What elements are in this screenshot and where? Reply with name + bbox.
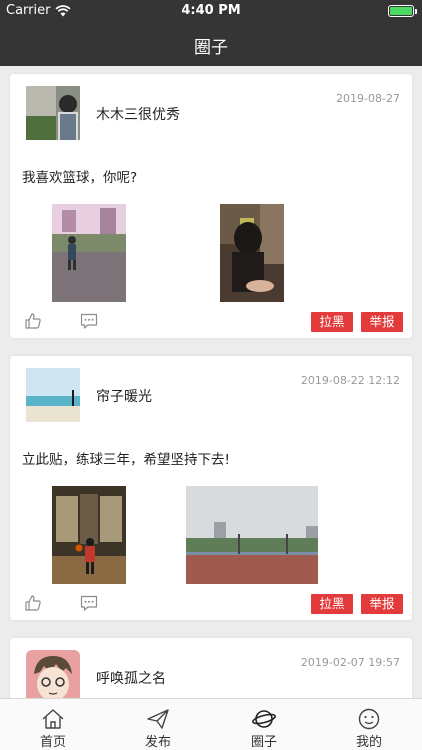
send-icon bbox=[147, 709, 169, 729]
tab-home[interactable]: 首页 bbox=[0, 699, 106, 750]
tab-label: 首页 bbox=[39, 735, 66, 750]
report-button[interactable]: 举报 bbox=[361, 312, 403, 332]
post-photo[interactable] bbox=[52, 204, 126, 302]
tab-bar: 首页 发布 圈子 我的 bbox=[0, 698, 422, 750]
post-feed[interactable]: 木木三很优秀 2019-08-27 我喜欢篮球，你呢? 拉黑 举报 帘子暖光 2… bbox=[0, 66, 422, 698]
post-username[interactable]: 帘子暖光 bbox=[96, 386, 152, 406]
block-button[interactable]: 拉黑 bbox=[311, 594, 353, 614]
post-card[interactable]: 呼唤孤之名 2019-02-07 19:57 bbox=[10, 638, 412, 698]
smiley-icon bbox=[358, 708, 380, 730]
avatar[interactable] bbox=[26, 368, 80, 422]
nav-bar: Carrier 4:40 PM 圈子 bbox=[0, 0, 422, 66]
tab-mine[interactable]: 我的 bbox=[316, 699, 422, 750]
block-button[interactable]: 拉黑 bbox=[311, 312, 353, 332]
status-time: 4:40 PM bbox=[181, 3, 241, 18]
planet-icon bbox=[252, 710, 276, 728]
post-date: 2019-08-22 12:12 bbox=[300, 374, 400, 387]
post-card[interactable]: 帘子暖光 2019-08-22 12:12 立此贴，练球三年，希望坚持下去! 拉… bbox=[10, 356, 412, 620]
avatar[interactable] bbox=[26, 86, 80, 140]
tab-label: 圈子 bbox=[250, 735, 277, 750]
avatar[interactable] bbox=[26, 650, 80, 698]
post-text: 我喜欢篮球，你呢? bbox=[22, 170, 138, 186]
post-username[interactable]: 呼唤孤之名 bbox=[96, 668, 166, 688]
tab-label: 发布 bbox=[144, 735, 171, 750]
tab-label: 我的 bbox=[355, 735, 382, 750]
post-photo[interactable] bbox=[220, 204, 284, 302]
page-title: 圈子 bbox=[194, 38, 228, 58]
post-date: 2019-08-27 bbox=[336, 92, 400, 105]
tab-circle[interactable]: 圈子 bbox=[211, 699, 317, 750]
like-icon[interactable] bbox=[24, 594, 42, 612]
battery-icon bbox=[388, 5, 417, 17]
comment-icon[interactable] bbox=[80, 312, 98, 330]
post-photo[interactable] bbox=[186, 486, 318, 584]
tab-publish[interactable]: 发布 bbox=[105, 699, 211, 750]
comment-icon[interactable] bbox=[80, 594, 98, 612]
post-text: 立此贴，练球三年，希望坚持下去! bbox=[22, 452, 230, 468]
status-bar: Carrier 4:40 PM bbox=[0, 0, 422, 22]
like-icon[interactable] bbox=[24, 312, 42, 330]
post-photo[interactable] bbox=[52, 486, 126, 584]
post-username[interactable]: 木木三很优秀 bbox=[96, 104, 180, 124]
post-card[interactable]: 木木三很优秀 2019-08-27 我喜欢篮球，你呢? 拉黑 举报 bbox=[10, 74, 412, 338]
post-date: 2019-02-07 19:57 bbox=[300, 656, 400, 669]
report-button[interactable]: 举报 bbox=[361, 594, 403, 614]
home-icon bbox=[42, 709, 64, 729]
